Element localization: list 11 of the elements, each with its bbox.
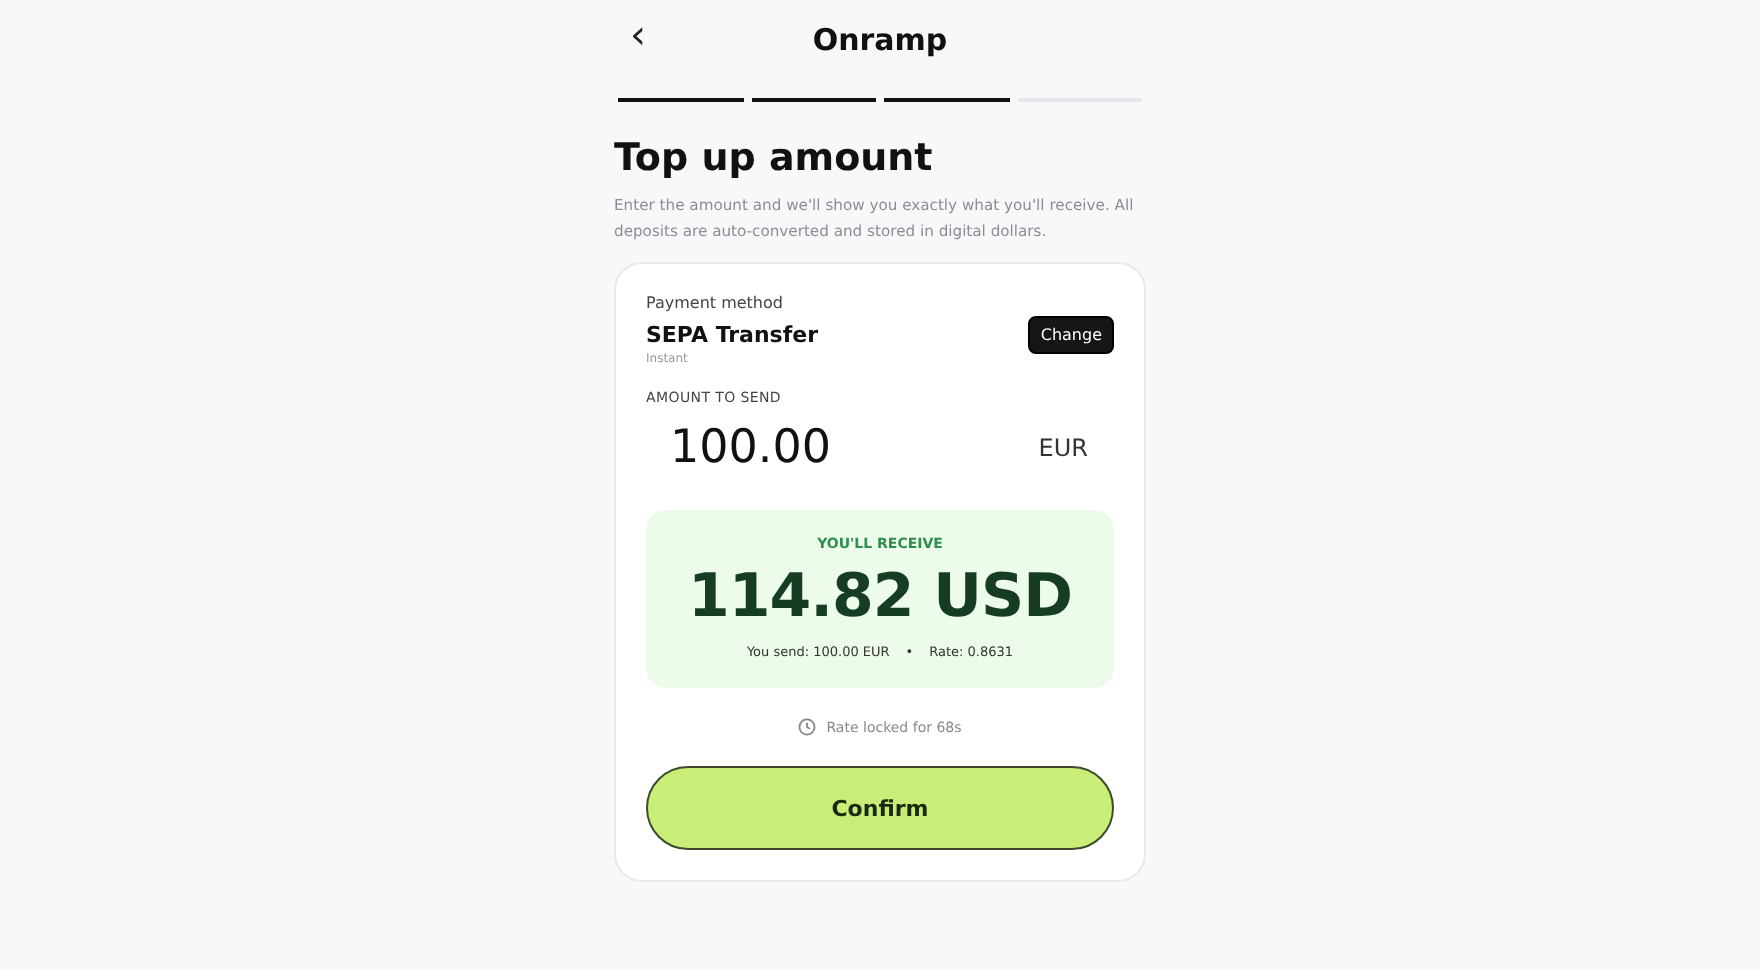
payment-method-name: SEPA Transfer <box>646 322 819 348</box>
receive-amount: 114.82 USD <box>687 562 1073 632</box>
page-heading: Top up amount <box>614 136 935 180</box>
back-button[interactable]: ‹ <box>618 14 658 54</box>
confirm-button[interactable]: Confirm <box>646 766 1114 850</box>
currency-label: EUR <box>1038 434 1088 462</box>
amount-field[interactable]: 100.00 <box>670 418 910 478</box>
change-button[interactable]: Change <box>1028 316 1114 354</box>
screen-title: Onramp <box>812 22 948 58</box>
payment-method-label: Payment method <box>646 294 785 312</box>
clock-icon <box>798 718 817 736</box>
